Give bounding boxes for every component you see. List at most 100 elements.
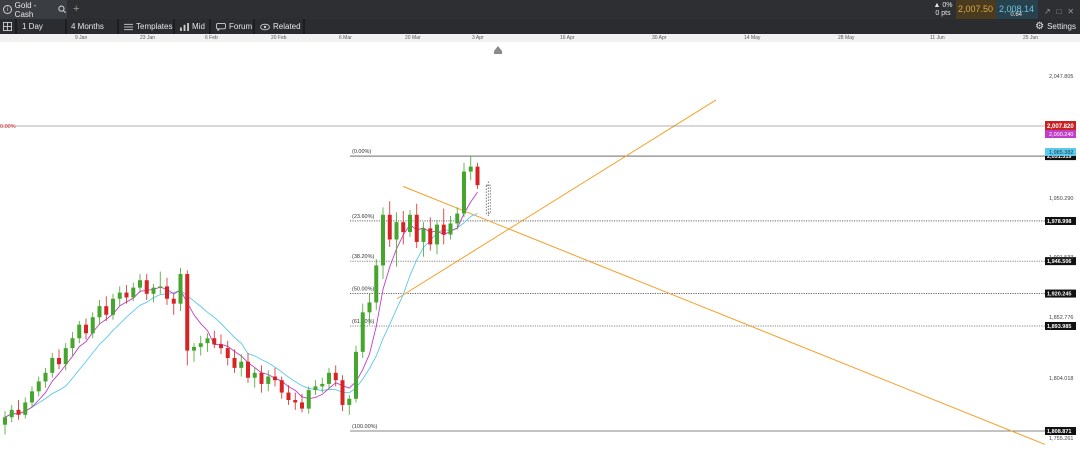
time-axis-label: 9 Jan <box>75 35 88 41</box>
candle-body <box>374 265 379 303</box>
gear-icon: ⚙ <box>1035 21 1045 32</box>
candle-body <box>36 381 41 392</box>
time-axis-label: 28 May <box>838 35 855 41</box>
candle-body <box>144 280 149 294</box>
candle-body <box>77 324 82 339</box>
candle-body <box>462 171 466 214</box>
candle-body <box>401 222 406 233</box>
change-points: 0 pts <box>935 10 951 17</box>
toolbar-divider <box>209 19 211 34</box>
candle-body <box>232 358 237 368</box>
y-tick-label: 1,852.776 <box>1049 315 1073 321</box>
time-axis-label: 3 Apr <box>472 35 484 41</box>
add-tab-plus-icon[interactable]: + <box>73 3 79 15</box>
candle-body <box>300 402 304 409</box>
interval-select[interactable]: 1 Day <box>22 19 43 34</box>
candle-body <box>151 287 156 294</box>
bar-chart-icon <box>180 22 189 31</box>
candle-body <box>367 302 372 313</box>
popout-icon[interactable]: ↗ <box>1044 7 1051 16</box>
templates-label: Templates <box>136 22 173 31</box>
time-axis-label: 30 Apr <box>652 35 667 41</box>
candle-body <box>9 409 14 418</box>
candle-body <box>219 344 223 349</box>
candle-body <box>327 372 331 384</box>
forecast-candle <box>485 181 491 218</box>
candle-body <box>435 224 439 245</box>
time-axis-label: 23 Jan <box>140 35 156 41</box>
fib-price-label: 1,893.985 <box>1047 324 1071 330</box>
candle-body <box>117 292 122 299</box>
fast-ma-label: 2,000.240 <box>1049 132 1073 138</box>
sliders-icon <box>124 23 133 30</box>
candle-body <box>266 376 271 384</box>
candle-body <box>293 399 298 403</box>
search-icon[interactable] <box>58 5 67 14</box>
period-select[interactable]: 4 Months <box>71 19 104 34</box>
fib-level-label: (50.00%) <box>352 287 374 293</box>
scroll-to-now-icon[interactable] <box>494 46 502 54</box>
time-axis-label: 20 Feb <box>271 35 287 41</box>
y-tick-label: 2,047.805 <box>1049 74 1073 80</box>
maximize-icon[interactable]: □ <box>1057 7 1062 16</box>
rising-trendline[interactable] <box>396 99 717 300</box>
change-percent: ▲ 0% <box>933 2 953 9</box>
instrument-tab-label: Gold - Cash <box>14 0 37 19</box>
mid-price-button[interactable]: Mid <box>180 19 205 34</box>
time-axis-label: 6 Feb <box>205 35 218 41</box>
candle-body <box>63 348 68 365</box>
price-tags: 0.00% 2,007.820 2,000.240 1,985.382 <box>0 121 1076 156</box>
candle-body <box>259 372 264 384</box>
candle-body <box>43 372 48 382</box>
candle-body <box>252 372 257 378</box>
candle-body <box>455 213 460 224</box>
candle-body <box>408 214 412 233</box>
toolbar-divider <box>65 19 67 34</box>
slow-ma-label: 1,985.382 <box>1049 150 1073 156</box>
candle-body <box>70 338 75 349</box>
speech-bubble-icon <box>216 22 226 31</box>
y-tick-label: 1,755.261 <box>1049 436 1073 442</box>
y-tick-label: 1,901.533 <box>1049 255 1073 261</box>
fib-price-label: 1,920.245 <box>1047 292 1071 298</box>
close-icon[interactable]: ✕ <box>1067 7 1074 16</box>
candle-body <box>387 214 392 240</box>
toolbar-divider <box>173 19 175 34</box>
instrument-tab[interactable]: i Gold - Cash <box>0 0 67 19</box>
toolbar-divider <box>303 19 305 34</box>
candle-body <box>354 351 358 399</box>
mid-label: Mid <box>192 22 205 31</box>
toolbar-divider <box>117 19 119 34</box>
related-button[interactable]: Related <box>260 19 301 34</box>
fib-level-label: (0.00%) <box>352 149 371 155</box>
candle-body <box>205 338 210 344</box>
candle-body <box>165 286 169 299</box>
time-axis-label: 20 Mar <box>405 35 421 41</box>
settings-button[interactable]: ⚙ Settings <box>1035 19 1076 34</box>
forum-button[interactable]: Forum <box>216 19 252 34</box>
fib-level-label: (100.00%) <box>352 424 378 430</box>
time-axis-label: 25 Jun <box>1023 35 1039 41</box>
candle-body <box>421 228 426 242</box>
candle-body <box>360 312 365 352</box>
fib-price-label: 1,808.871 <box>1047 429 1071 435</box>
candle-body <box>158 286 163 288</box>
templates-button[interactable]: Templates <box>124 19 172 34</box>
candle-body <box>90 317 95 334</box>
toolbar-divider <box>253 19 255 34</box>
candle-body <box>178 274 183 304</box>
layout-grid-button[interactable] <box>3 19 12 34</box>
current-price-label: 2,007.820 <box>1047 124 1074 130</box>
candle-body <box>468 166 473 172</box>
time-axis-label: 16 Apr <box>560 35 575 41</box>
settings-label: Settings <box>1047 22 1076 31</box>
candle-body <box>131 287 136 298</box>
candle-body <box>198 343 203 347</box>
candle-body <box>414 214 419 242</box>
candle-body <box>3 417 7 425</box>
price-chart[interactable]: (0.00%)2,031.519(23.60%)1,978.998(38.20%… <box>0 42 1080 453</box>
spread-value: 0.64 <box>1010 12 1022 18</box>
candle-body <box>192 346 196 351</box>
falling-trendline[interactable] <box>402 185 1046 445</box>
fib-price-label: 1,978.998 <box>1047 219 1071 225</box>
